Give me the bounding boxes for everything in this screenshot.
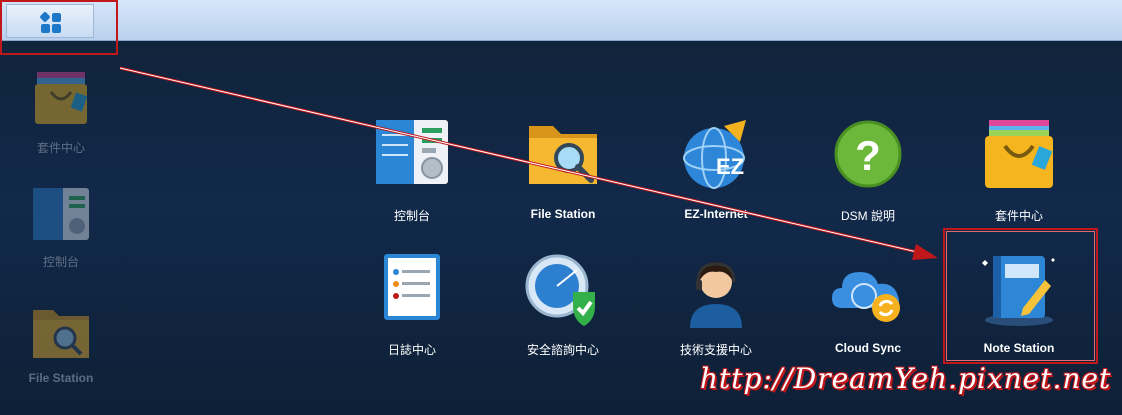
app-cloud-sync[interactable]: Cloud Sync (798, 250, 938, 355)
app-label: 日誌中心 (387, 343, 436, 357)
app-label: File Station (530, 207, 596, 221)
desktop-shortcut-control-panel[interactable]: 控制台 (6, 186, 116, 270)
watermark: http://DreamYeh.pixnet.net (700, 362, 1112, 395)
app-dsm-help[interactable]: ? DSM 說明 (798, 116, 938, 224)
desktop-shortcut-file-station[interactable]: File Station (6, 302, 116, 385)
file-station-icon (33, 310, 89, 358)
svg-text:EZ: EZ (716, 154, 744, 179)
ez-internet-icon: EZ (683, 120, 746, 189)
app-label: 套件中心 (994, 209, 1043, 223)
log-center-icon (384, 254, 440, 320)
cloud-sync-icon (832, 272, 900, 322)
app-support-center[interactable]: 技術支援中心 (646, 250, 786, 358)
package-center-icon (35, 72, 88, 124)
note-station-highlight-inner (946, 231, 1095, 361)
control-panel-icon (376, 120, 448, 184)
desktop-shortcut-package-center[interactable]: 套件中心 (6, 66, 116, 156)
app-label: 控制台 (393, 209, 430, 223)
package-center-icon (985, 120, 1053, 188)
svg-text:?: ? (855, 132, 881, 179)
desktop-shortcut-label: File Station (28, 371, 94, 385)
app-package-center[interactable]: 套件中心 (949, 116, 1089, 224)
app-label: 技術支援中心 (679, 343, 752, 357)
app-label: DSM 說明 (840, 209, 895, 223)
file-station-icon (529, 126, 597, 184)
control-panel-icon (33, 188, 89, 240)
app-label: Cloud Sync (834, 341, 901, 355)
app-label: 安全諮詢中心 (526, 343, 599, 357)
desktop-shortcut-label: 控制台 (42, 255, 79, 269)
taskbar (0, 0, 1122, 41)
app-log-center[interactable]: 日誌中心 (342, 250, 482, 358)
app-security-advisor[interactable]: 安全諮詢中心 (493, 250, 633, 358)
menu-highlight-box (0, 0, 118, 55)
app-control-panel[interactable]: 控制台 (342, 116, 482, 224)
help-icon: ? (834, 120, 902, 188)
app-file-station[interactable]: File Station (493, 116, 633, 221)
support-center-icon (690, 262, 742, 328)
security-advisor-icon (525, 254, 595, 326)
app-ez-internet[interactable]: EZ EZ-Internet (646, 116, 786, 221)
app-label: EZ-Internet (684, 207, 748, 221)
desktop-shortcut-label: 套件中心 (36, 141, 85, 155)
